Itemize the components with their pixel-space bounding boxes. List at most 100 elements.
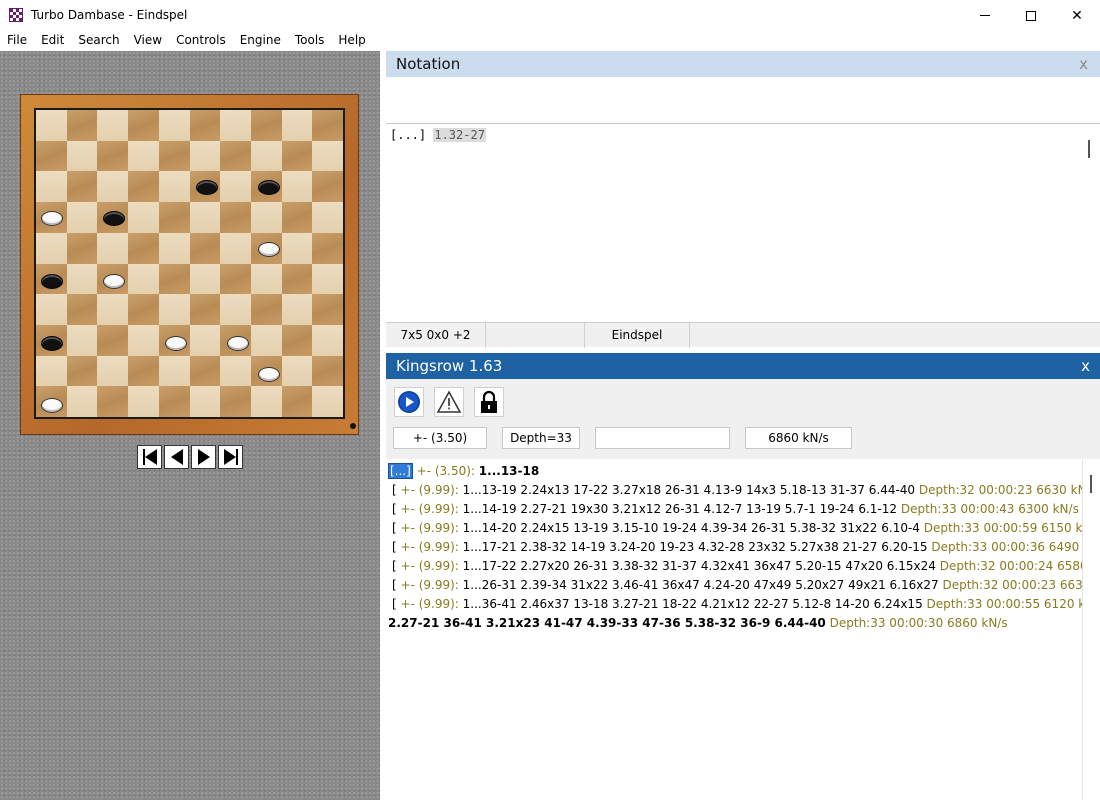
lock-icon: [481, 390, 497, 413]
variation-score: +- (9.99):: [400, 540, 459, 554]
variation-score: +- (9.99):: [400, 502, 459, 516]
previous-move-button[interactable]: [164, 445, 189, 469]
notation-status-bar: 7x5 0x0 +2 Eindspel: [386, 322, 1100, 348]
variation-open-bracket: [: [392, 540, 397, 554]
menu-controls[interactable]: Controls: [169, 31, 233, 51]
engine-lock-button[interactable]: [474, 387, 504, 417]
black-piece[interactable]: [40, 335, 63, 351]
menu-edit[interactable]: Edit: [34, 31, 71, 51]
variation-moves: 1...14-20 2.24x15 13-19 3.15-10 19-24 4.…: [462, 521, 920, 535]
menu-help[interactable]: Help: [331, 31, 372, 51]
notation-header: Notation x: [386, 51, 1100, 77]
variation-open-bracket: [: [392, 559, 397, 573]
engine-score: +- (3.50): [393, 427, 487, 449]
notation-close-button[interactable]: x: [1079, 55, 1088, 73]
white-piece[interactable]: [164, 335, 187, 351]
black-piece[interactable]: [40, 273, 63, 289]
variation-moves: 1...13-19 2.24x13 17-22 3.27x18 26-31 4.…: [462, 483, 916, 497]
variation-moves: 1...17-21 2.38-32 14-19 3.24-20 19-23 4.…: [462, 540, 928, 554]
variation-score: +- (9.99):: [400, 578, 459, 592]
best-line: [...] +- (3.50): 1...13-18: [388, 462, 1082, 481]
engine-speed: 6860 kN/s: [745, 427, 852, 449]
maximize-icon: [1026, 10, 1036, 21]
last-move-button[interactable]: [218, 445, 243, 469]
engine-analysis-output[interactable]: [...] +- (3.50): 1...13-18 [ +- (9.99): …: [386, 460, 1100, 800]
variation-open-bracket: [: [392, 597, 397, 611]
continuation-moves: 2.27-21 36-41 3.21x23 41-47 4.39-33 47-3…: [388, 616, 826, 630]
white-piece[interactable]: [258, 242, 281, 258]
black-piece[interactable]: [258, 180, 281, 196]
white-piece[interactable]: [102, 273, 125, 289]
notation-title: Notation: [396, 55, 461, 73]
notation-move-list[interactable]: [...] 1.32-27: [386, 125, 1100, 322]
variation-line[interactable]: [ +- (9.99): 1...14-20 2.24x15 13-19 3.1…: [388, 519, 1100, 538]
menu-tools[interactable]: Tools: [288, 31, 332, 51]
app-icon: [9, 8, 23, 22]
notation-scroll-indicator[interactable]: [1088, 140, 1090, 158]
variation-open-bracket: [: [392, 578, 397, 592]
engine-header: Kingsrow 1.63 x: [386, 353, 1100, 379]
menu-bar: File Edit Search View Controls Engine To…: [0, 31, 1100, 51]
variation-info: Depth:32 00:00:24 6580 kN/s: [939, 559, 1100, 573]
variation-open-bracket: [: [392, 521, 397, 535]
move-navigation: [137, 445, 243, 469]
material-status: 7x5 0x0 +2: [386, 323, 486, 348]
continuation-line: 2.27-21 36-41 3.21x23 41-47 4.39-33 47-3…: [388, 614, 1082, 633]
variation-line[interactable]: [ +- (9.99): 1...26-31 2.39-34 31x22 3.4…: [388, 576, 1100, 595]
variation-list: [ +- (9.99): 1...13-19 2.24x13 17-22 3.2…: [388, 481, 1100, 614]
best-line-selector[interactable]: [...]: [388, 463, 413, 479]
variation-line[interactable]: [ +- (9.99): 1...36-41 2.46x37 13-18 3.2…: [388, 595, 1100, 614]
variation-moves: 1...17-22 2.27x20 26-31 3.38-32 31-37 4.…: [462, 559, 936, 573]
white-piece[interactable]: [40, 211, 63, 227]
white-piece[interactable]: [227, 335, 250, 351]
menu-file[interactable]: File: [0, 31, 34, 51]
close-button[interactable]: ✕: [1054, 0, 1100, 31]
menu-search[interactable]: Search: [71, 31, 126, 51]
status-blank: [486, 323, 585, 348]
engine-depth: Depth=33: [502, 427, 580, 449]
variation-line[interactable]: [ +- (9.99): 1...14-19 2.27-21 19x30 3.2…: [388, 500, 1087, 519]
next-move-icon: [197, 449, 210, 465]
variation-line[interactable]: [ +- (9.99): 1...17-21 2.38-32 14-19 3.2…: [388, 538, 1100, 557]
notation-comment-area[interactable]: [386, 77, 1100, 124]
analysis-scrollbar[interactable]: [1082, 460, 1100, 800]
notation-prefix[interactable]: [...]: [390, 128, 426, 142]
engine-play-button[interactable]: [394, 387, 424, 417]
variation-line[interactable]: [ +- (9.99): 1...13-19 2.24x13 17-22 3.2…: [388, 481, 1097, 500]
variation-open-bracket: [: [392, 502, 397, 516]
black-piece[interactable]: [196, 180, 219, 196]
next-move-button[interactable]: [191, 445, 216, 469]
first-move-icon: [142, 449, 157, 465]
maximize-button[interactable]: [1008, 0, 1054, 31]
minimize-icon: [980, 15, 990, 16]
variation-info: Depth:32 00:00:23 6630 kN/s: [942, 578, 1100, 592]
variation-line[interactable]: [ +- (9.99): 1...17-22 2.27x20 26-31 3.3…: [388, 557, 1100, 576]
menu-view[interactable]: View: [127, 31, 169, 51]
last-move-icon: [223, 449, 238, 465]
engine-warning-button[interactable]: [434, 387, 464, 417]
menu-engine[interactable]: Engine: [233, 31, 288, 51]
engine-close-button[interactable]: x: [1081, 357, 1090, 375]
best-line-move: 1...13-18: [478, 464, 540, 478]
white-piece[interactable]: [258, 366, 281, 382]
variation-info: Depth:33 00:00:43 6300 kN/s: [900, 502, 1079, 516]
black-piece[interactable]: [102, 211, 125, 227]
title-bar: Turbo Dambase - Eindspel ✕: [0, 0, 1100, 31]
variation-moves: 1...14-19 2.27-21 19x30 3.21x12 26-31 4.…: [462, 502, 898, 516]
first-move-button[interactable]: [137, 445, 162, 469]
variation-score: +- (9.99):: [400, 597, 459, 611]
variation-info: Depth:33 00:00:55 6120 kN/s: [926, 597, 1100, 611]
notation-move[interactable]: 1.32-27: [433, 128, 486, 142]
white-piece[interactable]: [40, 397, 63, 413]
engine-title: Kingsrow 1.63: [396, 357, 503, 375]
play-icon: [398, 391, 420, 413]
variation-score: +- (9.99):: [400, 521, 459, 535]
close-icon: ✕: [1071, 7, 1083, 24]
variation-info: Depth:33 00:00:36 6490 kN/s: [931, 540, 1100, 554]
previous-move-icon: [170, 449, 183, 465]
piece-layer: [36, 110, 347, 421]
minimize-button[interactable]: [962, 0, 1008, 31]
notation-text: [...] 1.32-27: [390, 128, 486, 142]
analysis-scroll-thumb[interactable]: [1090, 475, 1092, 493]
side-to-move-indicator: [350, 423, 356, 429]
